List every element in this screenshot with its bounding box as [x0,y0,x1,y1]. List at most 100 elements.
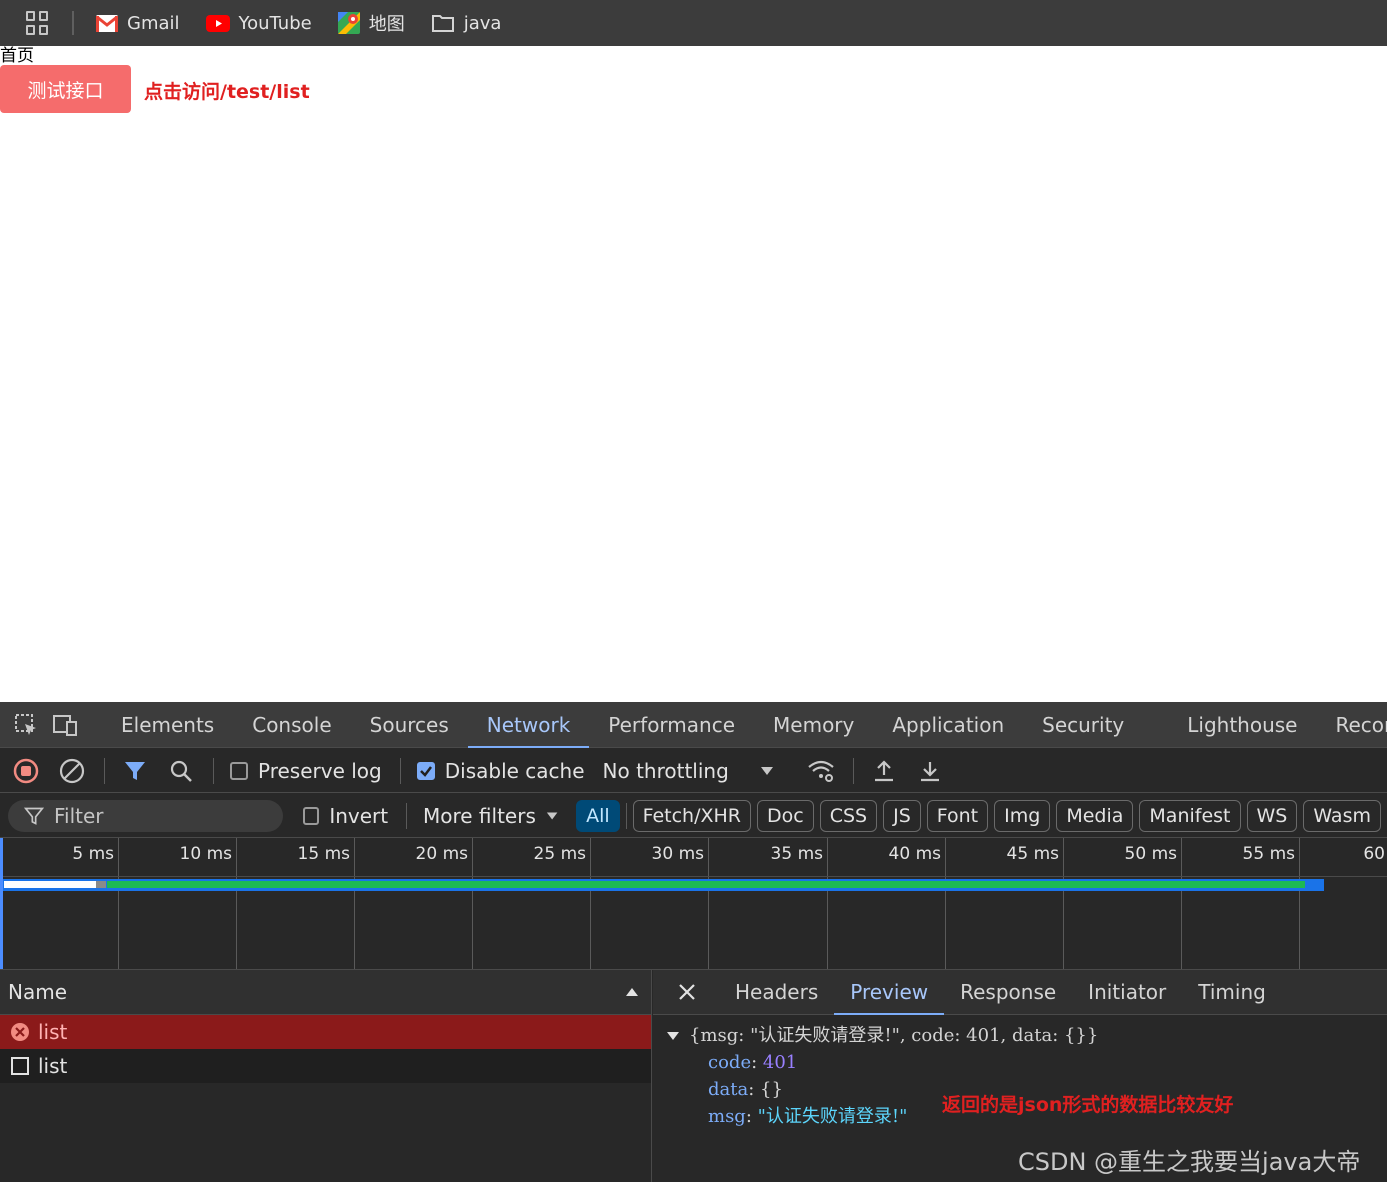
expand-triangle-icon[interactable] [667,1031,679,1041]
tab-performance[interactable]: Performance [589,702,754,748]
chip-js[interactable]: JS [883,799,921,832]
tab-network[interactable]: Network [467,702,590,748]
toolbar-separator [625,802,627,829]
filter-input[interactable]: Filter [8,799,284,832]
annotation-text: 点击访问/test/list [144,81,310,103]
chip-all[interactable]: All [576,799,620,832]
bookmark-label: 地图 [368,14,405,35]
tab-response[interactable]: Response [944,970,1072,1015]
disable-cache-checkbox[interactable] [416,761,435,780]
test-api-button[interactable]: 测试接口 [0,65,131,113]
filter-funnel-icon[interactable] [121,757,149,785]
name-header-label: Name [8,980,68,1004]
timeline-tick-label: 55 ms [1242,844,1295,864]
timeline-gridline [1181,838,1182,969]
preserve-log-label: Preserve log [258,758,382,783]
chip-font[interactable]: Font [926,799,989,832]
toolbar-separator [852,757,854,784]
tab-recorder[interactable]: Recorde [1317,702,1387,748]
json-summary-line[interactable]: {msg: "认证失败请登录!", code: 401, data: {}} [667,1022,1098,1049]
request-bar-waiting [4,881,96,888]
tab-memory[interactable]: Memory [754,702,873,748]
bookmark-gmail[interactable]: Gmail [96,13,180,34]
inspect-element-icon[interactable] [14,712,38,738]
tab-preview[interactable]: Preview [834,970,945,1015]
annotation-text: 返回的是json形式的数据比较友好 [942,1094,1234,1116]
json-summary: {msg: "认证失败请登录!", code: 401, data: {}} [689,1025,1099,1046]
json-field-code: code: 401 [708,1052,798,1073]
network-timeline[interactable]: 5 ms 10 ms 15 ms 20 ms 25 ms 30 ms 35 ms… [0,838,1387,970]
download-icon[interactable] [916,757,944,785]
detail-tab-bar: Headers Preview Response Initiator Timin… [653,970,1387,1015]
tab-security[interactable]: Security [1023,702,1168,748]
search-icon[interactable] [167,757,195,785]
toolbar-separator [399,757,401,784]
timeline-tick-label: 5 ms [72,844,114,864]
clear-icon[interactable] [58,757,86,785]
invert-checkbox[interactable] [303,806,320,825]
json-key: data [708,1079,749,1100]
tab-timing[interactable]: Timing [1182,970,1282,1015]
chevron-down-icon[interactable] [546,811,558,821]
request-name: list [38,1054,68,1078]
request-row-list-error[interactable]: list [0,1015,651,1049]
chip-img[interactable]: Img [994,799,1051,832]
timeline-gridline [472,838,473,969]
bookmark-label: java [463,12,502,34]
timeline-gridline [1299,838,1300,969]
toolbar-separator [104,757,105,784]
chip-ws[interactable]: WS [1246,799,1298,832]
timeline-gridline [1063,838,1064,969]
close-icon[interactable] [673,978,701,1006]
tab-application[interactable]: Application [873,702,1023,748]
bookmark-java-folder[interactable]: java [431,12,502,34]
timeline-tick-label: 40 ms [888,844,941,864]
toolbar-separator [213,757,214,784]
chip-doc[interactable]: Doc [757,799,814,832]
chevron-down-icon[interactable] [753,757,781,785]
timeline-gridline [354,838,355,969]
preserve-log-checkbox[interactable] [230,761,248,780]
bookmarks-separator [72,11,74,35]
devtools-panel: Elements Console Sources Network Perform… [0,702,1387,1182]
json-value: "认证失败请登录!" [757,1106,908,1127]
tab-sources[interactable]: Sources [351,702,468,748]
timeline-gridline [827,838,828,969]
throttling-select[interactable]: No throttling [603,759,729,783]
timeline-tick-label: 60 [1363,844,1385,864]
bookmark-label: Gmail [127,12,180,34]
page-content: 首页 测试接口 点击访问/test/list [0,46,1387,702]
devtools-tab-bar: Elements Console Sources Network Perform… [0,702,1387,748]
more-filters-dropdown[interactable]: More filters [423,804,536,828]
bookmark-youtube[interactable]: YouTube [205,12,312,34]
tab-initiator[interactable]: Initiator [1072,970,1182,1015]
chip-manifest[interactable]: Manifest [1139,799,1241,832]
timeline-tick-label: 15 ms [297,844,350,864]
chip-css[interactable]: CSS [819,799,878,832]
request-row-list[interactable]: list [0,1049,651,1083]
timeline-gridline [590,838,591,969]
bookmark-label: YouTube [238,12,312,34]
upload-icon[interactable] [870,757,898,785]
timeline-gridline [118,838,119,969]
request-name: list [38,1020,68,1044]
timeline-gridline [236,838,237,969]
name-column-header[interactable]: Name [0,970,651,1015]
chip-wasm[interactable]: Wasm [1303,799,1381,832]
apps-grid-icon[interactable] [26,11,50,35]
chip-media[interactable]: Media [1056,799,1134,832]
tab-elements[interactable]: Elements [102,702,233,748]
tab-lighthouse[interactable]: Lighthouse [1168,702,1316,748]
device-toolbar-icon[interactable] [52,712,78,738]
filter-funnel-icon [24,807,44,825]
tab-headers[interactable]: Headers [719,970,834,1015]
request-bar-queue [96,881,106,888]
timeline-cursor[interactable] [0,838,3,969]
tab-console[interactable]: Console [233,702,350,748]
record-stop-icon[interactable] [12,757,40,785]
network-conditions-icon[interactable] [807,757,835,785]
json-key: code [708,1052,752,1073]
chip-fetch-xhr[interactable]: Fetch/XHR [632,799,751,832]
json-value: 401 [762,1052,798,1073]
bookmark-maps[interactable]: 地图 [337,10,405,36]
